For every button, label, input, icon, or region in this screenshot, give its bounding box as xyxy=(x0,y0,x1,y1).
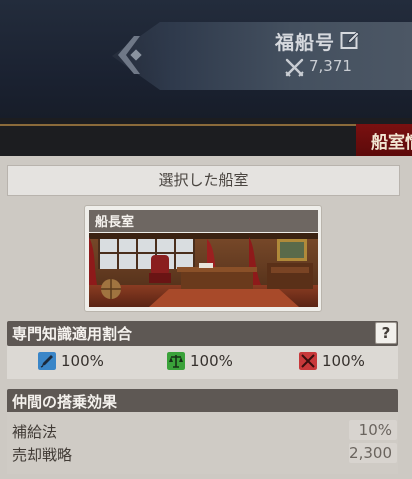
scale-icon xyxy=(167,352,185,370)
chevron-left-icon[interactable] xyxy=(114,32,148,78)
expertise-section-title: 専門知識適用割合 xyxy=(12,325,133,343)
captain-room-image xyxy=(89,233,318,307)
rate-value-scale: 100% xyxy=(190,352,233,370)
selected-cabin-header: 選択した船室 xyxy=(7,165,400,196)
room-title: 船長室 xyxy=(95,215,135,230)
pen-icon xyxy=(38,352,56,370)
crew-section-title: 仲間の搭乗効果 xyxy=(12,393,118,411)
selected-cabin-label: 選択した船室 xyxy=(158,171,249,189)
rate-value-pen: 100% xyxy=(61,352,104,370)
crossed-swords-icon xyxy=(299,352,317,370)
cabin-info-title: 船室情 xyxy=(371,133,412,153)
ship-name-banner xyxy=(112,22,412,90)
crossed-swords-icon xyxy=(285,58,304,77)
effect-value: 10% xyxy=(358,421,392,439)
combat-power-value: 7,371 xyxy=(309,57,352,75)
ship-name: 福船号 xyxy=(274,32,335,54)
rate-value-swords: 100% xyxy=(322,352,365,370)
help-button[interactable]: ? xyxy=(375,322,397,344)
effect-value: 2,300 xyxy=(349,444,392,462)
effect-label: 補給法 xyxy=(12,423,58,441)
edit-icon[interactable] xyxy=(340,30,360,50)
effect-label: 売却戦略 xyxy=(12,446,73,464)
header-divider xyxy=(0,124,412,126)
